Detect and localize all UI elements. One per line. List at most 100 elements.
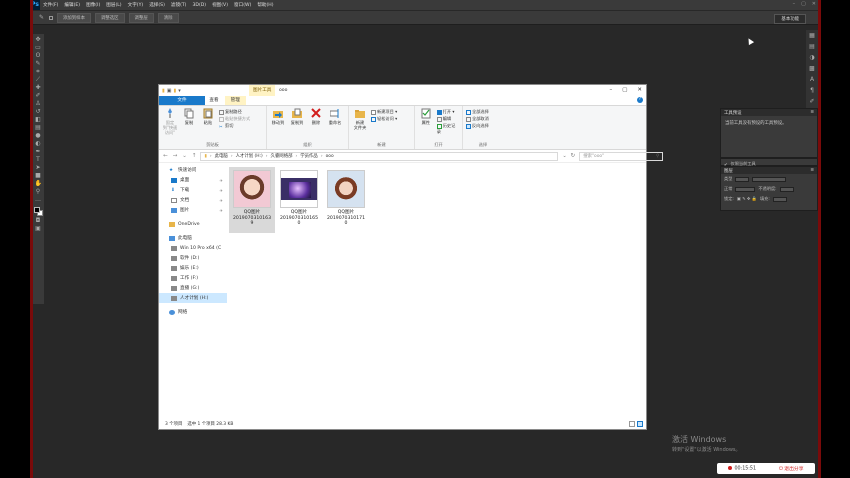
- file-item[interactable]: QQ图片 2019070310163 9: [229, 167, 275, 233]
- marquee-tool-icon[interactable]: ▭: [35, 45, 42, 51]
- select-all-button[interactable]: 全部选择: [466, 109, 489, 115]
- close-icon[interactable]: ✕: [812, 1, 816, 7]
- brush-panel-icon[interactable]: ✐: [809, 99, 816, 105]
- address-dropdown-icon[interactable]: ⌄: [562, 153, 566, 159]
- crop-tool-icon[interactable]: ⌗: [35, 69, 42, 75]
- styles-panel-icon[interactable]: ▩: [809, 66, 816, 72]
- clear-button[interactable]: 清除: [157, 12, 179, 23]
- move-tool-icon[interactable]: ✥: [35, 37, 42, 43]
- nav-this-pc[interactable]: 此电脑: [159, 233, 227, 243]
- path-select-icon[interactable]: ➤: [35, 165, 42, 171]
- quick-mask-icon[interactable]: ◘: [35, 218, 42, 224]
- history-button[interactable]: 历史记录: [436, 123, 459, 135]
- quick-selection-tool-icon[interactable]: ✎: [35, 61, 42, 67]
- paragraph-panel-icon[interactable]: ¶: [809, 88, 816, 94]
- menu-help[interactable]: 帮助(H): [254, 2, 276, 8]
- quick-select-icon[interactable]: ✎: [38, 14, 45, 21]
- crumb-drive-h[interactable]: 人才计划 (H:): [236, 153, 263, 159]
- color-swatches[interactable]: [33, 207, 43, 216]
- nav-quick-access[interactable]: ★ 快速访问: [159, 165, 227, 175]
- address-bar[interactable]: ▮ › 此电脑 › 人才计划 (H:) › 久睿网络部 › 学员作品 › ooo: [200, 151, 559, 161]
- select-none-button[interactable]: 全部取消: [466, 116, 489, 122]
- large-icons-view-icon[interactable]: [637, 421, 643, 427]
- easy-access-button[interactable]: 轻松访问 ▾: [371, 116, 397, 122]
- nav-downloads[interactable]: ⬇ 下载 ✈: [159, 185, 227, 195]
- crumb-student-works[interactable]: 学员作品: [300, 153, 318, 159]
- filter-icons[interactable]: [752, 176, 787, 182]
- panel-menu-icon[interactable]: ≡: [810, 168, 814, 173]
- workspace-switcher[interactable]: 基本功能: [774, 14, 806, 24]
- maximize-icon[interactable]: ▢: [801, 1, 806, 7]
- menu-select[interactable]: 选择(S): [146, 2, 168, 8]
- stop-sharing-button[interactable]: ⏻ 退出分享: [779, 465, 804, 472]
- maximize-icon[interactable]: ▢: [622, 87, 627, 93]
- minimize-icon[interactable]: –: [793, 1, 796, 7]
- eraser-tool-icon[interactable]: ◧: [35, 117, 42, 123]
- qa-dropdown-icon[interactable]: ▾: [178, 88, 181, 94]
- add-to-sample-button[interactable]: 添加到样本: [57, 12, 91, 23]
- layer-kind-filter[interactable]: 类型: [724, 176, 732, 182]
- pen-tool-icon[interactable]: ✒: [35, 149, 42, 155]
- layers-title[interactable]: 图层: [724, 168, 733, 174]
- kind-select[interactable]: [735, 176, 750, 182]
- fill-field[interactable]: [772, 196, 787, 202]
- healing-tool-icon[interactable]: ✚: [35, 85, 42, 91]
- opacity-field[interactable]: [779, 186, 794, 192]
- menu-view[interactable]: 视图(V): [209, 2, 231, 8]
- sample-all-checkbox[interactable]: [49, 15, 53, 20]
- menu-file[interactable]: 文件(F): [40, 2, 61, 8]
- up-icon[interactable]: ↑: [192, 153, 197, 159]
- crumb-this-pc[interactable]: 此电脑: [215, 153, 228, 159]
- menu-window[interactable]: 窗口(W): [231, 2, 254, 8]
- back-icon[interactable]: ←: [163, 153, 168, 159]
- hand-tool-icon[interactable]: ✋: [35, 181, 42, 187]
- screen-mode-icon[interactable]: ▣: [35, 226, 42, 232]
- help-icon[interactable]: ?: [637, 97, 643, 103]
- properties-icon[interactable]: ▣: [167, 88, 172, 94]
- nav-drive-c[interactable]: Win 10 Pro x64 (C: [159, 243, 227, 253]
- blur-tool-icon[interactable]: ●: [35, 133, 42, 139]
- nav-drive-d[interactable]: 软件 (D:): [159, 253, 227, 263]
- lasso-tool-icon[interactable]: ʘ: [35, 53, 42, 59]
- menu-edit[interactable]: 编辑(E): [61, 2, 83, 8]
- open-button[interactable]: 打开 ▾: [436, 109, 459, 115]
- dodge-tool-icon[interactable]: ◐: [35, 141, 42, 147]
- nav-pictures[interactable]: 图片 ✈: [159, 205, 227, 215]
- character-panel-icon[interactable]: A: [809, 77, 816, 83]
- paste-shortcut-button[interactable]: 粘贴快捷方式: [219, 116, 250, 122]
- nav-network[interactable]: 网络: [159, 307, 227, 317]
- menu-3d[interactable]: 3D(D): [189, 3, 209, 8]
- properties-panel-icon[interactable]: ▤: [809, 44, 816, 50]
- lock-icons[interactable]: ▣ ✎ ✥ 🔒: [737, 196, 757, 202]
- nav-drive-f[interactable]: 工作 (F:): [159, 273, 227, 283]
- file-item[interactable]: QQ图片 2019070310165 0: [276, 167, 322, 233]
- blend-mode-box[interactable]: [735, 186, 756, 192]
- menu-layer[interactable]: 图层(L): [103, 2, 124, 8]
- stamp-tool-icon[interactable]: ♙: [35, 101, 42, 107]
- shape-tool-icon[interactable]: ■: [35, 173, 42, 179]
- panel-menu-icon[interactable]: ≡: [810, 110, 814, 115]
- close-icon[interactable]: ✕: [637, 87, 642, 93]
- nav-onedrive[interactable]: OneDrive: [159, 219, 227, 229]
- tab-file[interactable]: 文件: [159, 96, 205, 105]
- gradient-tool-icon[interactable]: ▤: [35, 125, 42, 131]
- crumb-ooo[interactable]: ooo: [326, 154, 334, 159]
- refresh-icon[interactable]: ↻: [571, 153, 576, 159]
- more-tools-icon[interactable]: …: [35, 197, 42, 203]
- crumb-network-dept[interactable]: 久睿网络部: [271, 153, 293, 159]
- zoom-tool-icon[interactable]: ⚲: [35, 189, 42, 195]
- forward-icon[interactable]: →: [173, 153, 178, 159]
- adjustments-panel-icon[interactable]: ◑: [809, 55, 816, 61]
- file-item[interactable]: QQ图片 2019070310171 0: [323, 167, 369, 233]
- edit-button[interactable]: 编辑: [436, 116, 459, 122]
- tool-presets-title[interactable]: 工具预设: [724, 110, 742, 116]
- tab-view[interactable]: 查看: [203, 96, 224, 105]
- menu-type[interactable]: 文字(Y): [125, 2, 147, 8]
- new-folder-icon[interactable]: ▮: [174, 88, 177, 94]
- invert-selection-button[interactable]: 反向选择: [466, 123, 489, 129]
- type-tool-icon[interactable]: T: [35, 157, 42, 163]
- nav-documents[interactable]: 文档 ✈: [159, 195, 227, 205]
- nav-drive-g[interactable]: 直播 (G:): [159, 283, 227, 293]
- history-panel-icon[interactable]: ▦: [809, 33, 816, 39]
- blend-mode-select[interactable]: 正常: [724, 186, 732, 192]
